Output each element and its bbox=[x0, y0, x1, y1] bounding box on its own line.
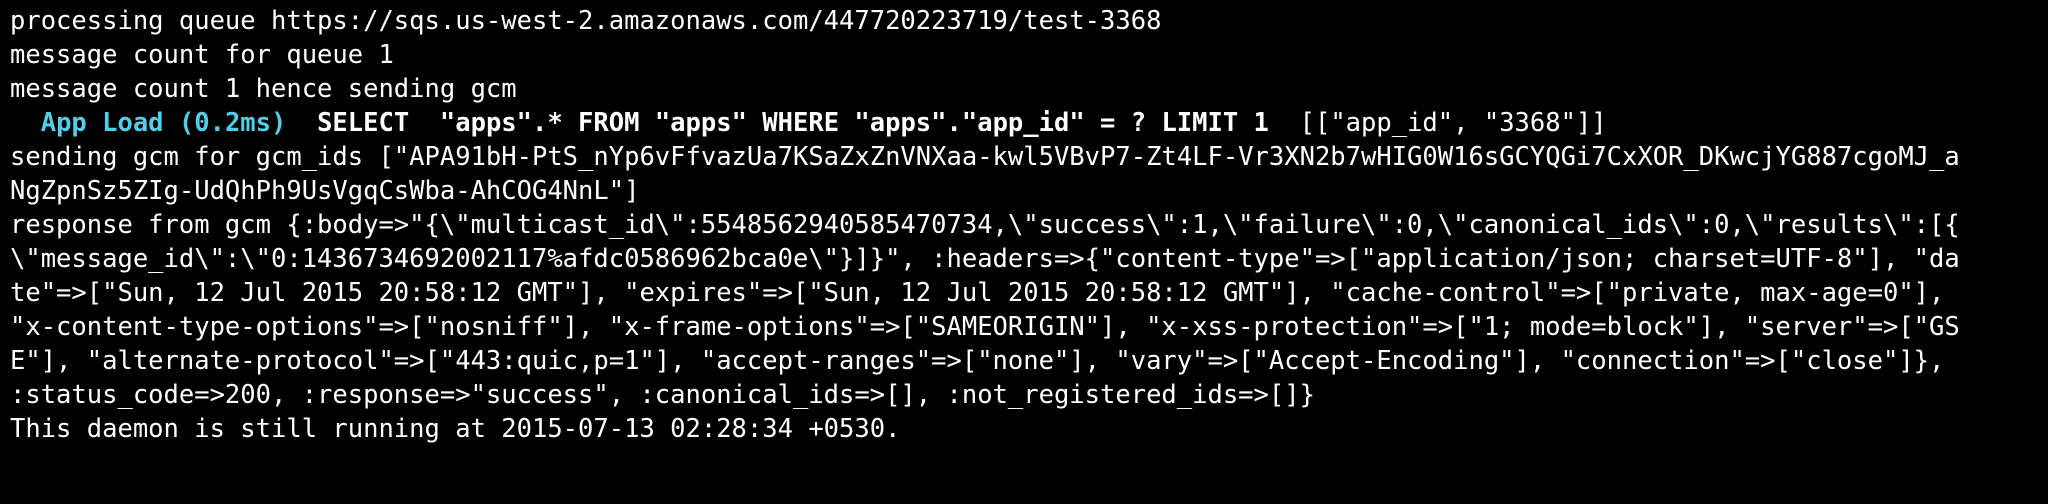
log-line-sending-gcm: message count 1 hence sending gcm bbox=[10, 74, 517, 104]
log-line-processing-queue: processing queue https://sqs.us-west-2.a… bbox=[10, 6, 1162, 36]
sql-load-tag: App Load (0.2ms) bbox=[40, 108, 287, 138]
log-line-response-cont-3: "x-content-type-options"=>["nosniff"], "… bbox=[10, 312, 1960, 342]
terminal-output[interactable]: g processing queue https://sqs.us-west-2… bbox=[10, 0, 2040, 446]
log-line-message-count-queue: message count for queue 1 bbox=[10, 40, 394, 70]
log-line-sql-query: App Load (0.2ms) SELECT "apps".* FROM "a… bbox=[10, 106, 2040, 140]
log-line-response-cont-2: te"=>["Sun, 12 Jul 2015 20:58:12 GMT"], … bbox=[10, 278, 1945, 308]
log-line-status-code: :status_code=>200, :response=>"success",… bbox=[10, 380, 1315, 410]
log-line-daemon-status: This daemon is still running at 2015-07-… bbox=[10, 414, 901, 444]
sql-statement: SELECT "apps".* FROM "apps" WHERE "apps"… bbox=[286, 108, 1269, 138]
log-line-response-cont-1: \"message_id\":\"0:1436734692002117%afdc… bbox=[10, 244, 1960, 274]
log-line-gcm-ids: sending gcm for gcm_ids ["APA91bH-PtS_nY… bbox=[10, 142, 1960, 172]
log-line-response: response from gcm {:body=>"{\"multicast_… bbox=[10, 210, 1960, 240]
sql-indent bbox=[10, 108, 41, 138]
log-line-gcm-ids-cont: NgZpnSz5ZIg-UdQhPh9UsVgqCsWba-AhCOG4NnL"… bbox=[10, 176, 640, 206]
log-line-response-cont-4: E"], "alternate-protocol"=>["443:quic,p=… bbox=[10, 346, 1945, 376]
sql-params: [["app_id", "3368"]] bbox=[1268, 108, 1607, 138]
